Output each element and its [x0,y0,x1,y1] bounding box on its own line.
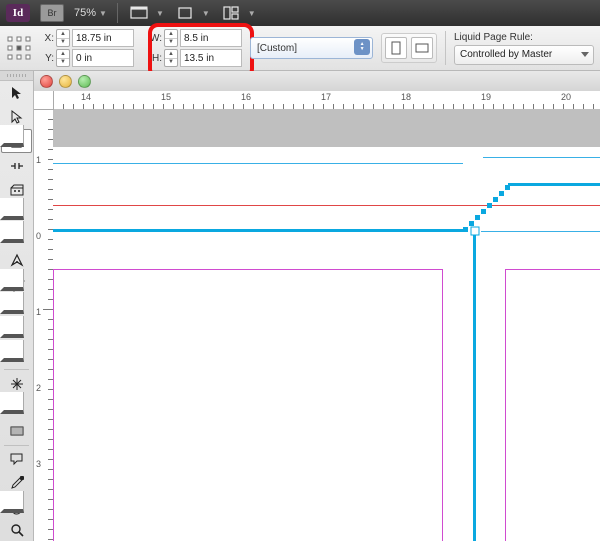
note-tool[interactable] [0,447,33,471]
margin-frame [505,269,600,541]
selected-page-frame[interactable] [508,183,600,186]
zoom-level-dropdown[interactable]: 75% ▼ [74,7,107,19]
liquid-page-rule-group: Liquid Page Rule: Controlled by Master [454,32,594,65]
chevron-down-icon: ▼ [202,9,210,18]
free-transform-tool[interactable] [0,372,33,396]
gap-tool[interactable] [0,154,33,178]
w-field[interactable]: 8.5 in [180,29,242,47]
ruler-number: 17 [321,92,331,102]
separator [445,31,446,65]
page-edge-guide [481,231,600,232]
liquid-value: Controlled by Master [460,49,552,60]
wh-group: W: ▲▼ 8.5 in H: ▲▼ 13.5 in [148,29,242,67]
app-logo-indesign: Id [6,4,30,22]
content-collector-tool[interactable] [0,178,33,202]
vertical-ruler[interactable]: 1 0 1 2 3 [34,91,54,541]
zoom-value: 75% [74,7,96,19]
ruler-number: 0 [36,231,41,241]
eyedropper-tool[interactable] [0,471,33,495]
x-field[interactable]: 18.75 in [72,29,134,47]
separator [117,3,118,23]
w-stepper[interactable]: ▲▼ [164,29,178,47]
zoom-window-button[interactable] [78,75,91,88]
x-label: X: [40,33,54,44]
direct-selection-tool[interactable] [0,105,33,129]
application-bar: Id Br 75% ▼ ▼ ▼ ▼ [0,0,600,26]
selected-page-frame[interactable] [53,229,463,232]
arrange-documents-button[interactable] [220,4,242,22]
document-canvas[interactable] [53,109,600,541]
liquid-page-rule-dropdown[interactable]: Controlled by Master [454,45,594,65]
gradient-feather-tool[interactable] [0,419,33,443]
selection-tool[interactable] [0,81,33,105]
margin-guide [53,205,600,206]
margin-frame [53,269,443,541]
x-stepper[interactable]: ▲▼ [56,29,70,47]
ruler-number: 14 [81,92,91,102]
tools-panel: T [0,71,34,541]
ruler-number: 15 [161,92,171,102]
chevron-down-icon: ▼ [248,9,256,18]
zoom-tool[interactable] [0,518,33,541]
selected-page-frame[interactable] [473,229,476,541]
h-stepper[interactable]: ▲▼ [164,49,178,67]
page-edge-guide [483,157,600,158]
selection-handle[interactable] [471,227,480,236]
liquid-page-rule-label: Liquid Page Rule: [454,32,594,43]
horizontal-ruler[interactable]: 14 15 16 17 18 19 20 [53,91,600,110]
close-window-button[interactable] [40,75,53,88]
portrait-button[interactable] [385,37,407,59]
ruler-number: 1 [36,307,41,317]
orientation-group [381,33,437,63]
h-label: H: [148,53,162,64]
landscape-button[interactable] [411,37,433,59]
y-field[interactable]: 0 in [72,49,134,67]
h-field[interactable]: 13.5 in [180,49,242,67]
page-edge-guide [53,163,463,164]
y-label: Y: [40,53,54,64]
chevron-down-icon: ▼ [99,9,107,18]
preset-value: [Custom] [257,43,297,54]
w-label: W: [148,33,162,44]
reference-point-grid[interactable] [6,35,32,61]
bridge-button[interactable]: Br [40,4,64,22]
control-bar: X: ▲▼ 18.75 in Y: ▲▼ 0 in W: ▲▼ 8.5 in H… [0,26,600,71]
pasteboard [53,109,600,147]
document-window: 14 15 16 17 18 19 20 1 0 1 2 3 [34,71,600,541]
ruler-origin[interactable] [34,91,54,110]
ruler-number: 20 [561,92,571,102]
screen-mode-button[interactable] [174,4,196,22]
y-stepper[interactable]: ▲▼ [56,49,70,67]
view-options-button[interactable] [128,4,150,22]
page-size-preset-dropdown[interactable]: [Custom] ▲▼ [250,37,373,59]
ruler-number: 16 [241,92,251,102]
dropdown-arrows-icon: ▲▼ [354,39,370,55]
chevron-down-icon: ▼ [156,9,164,18]
minimize-window-button[interactable] [59,75,72,88]
panel-grip[interactable] [0,71,33,81]
ruler-number: 1 [36,155,41,165]
ruler-number: 19 [481,92,491,102]
xy-group: X: ▲▼ 18.75 in Y: ▲▼ 0 in [40,29,134,67]
document-titlebar[interactable] [34,71,600,92]
ruler-number: 3 [36,459,41,469]
ruler-number: 2 [36,383,41,393]
ruler-number: 18 [401,92,411,102]
pen-tool[interactable] [0,249,33,273]
